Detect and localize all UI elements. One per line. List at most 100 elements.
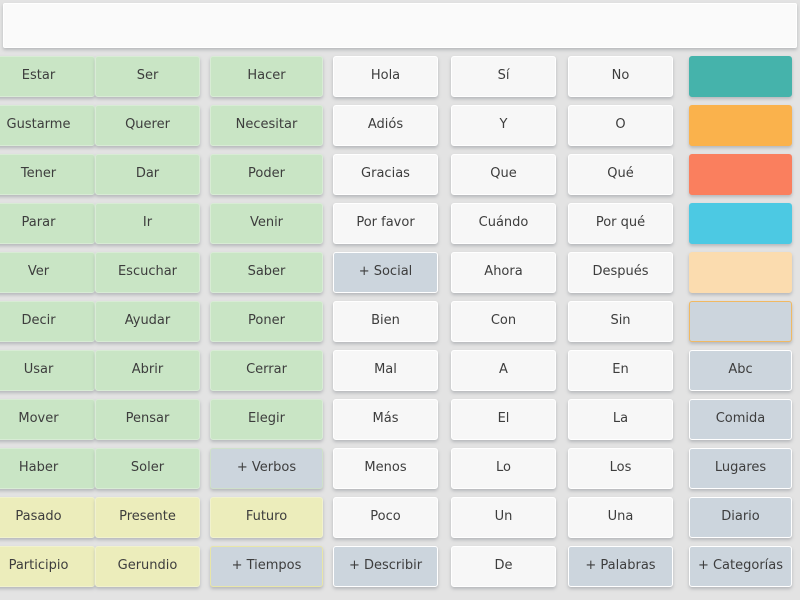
word-button-usar[interactable]: Usar	[0, 350, 95, 391]
nav-button-label: Lugares	[714, 460, 767, 476]
word-button-dar[interactable]: Dar	[95, 154, 200, 195]
word-button-label: Un	[494, 509, 513, 525]
word-button-futuro[interactable]: Futuro	[210, 497, 323, 538]
word-button-hola[interactable]: Hola	[333, 56, 438, 97]
word-button-label: A	[499, 362, 508, 378]
word-button-qué[interactable]: Qué	[568, 154, 673, 195]
word-button-un[interactable]: Un	[451, 497, 556, 538]
word-button-label: Una	[607, 509, 634, 525]
word-button-o[interactable]: O	[568, 105, 673, 146]
action-button-page-icon[interactable]	[689, 301, 792, 342]
nav-button-add-social[interactable]: + Social	[333, 252, 438, 293]
nav-button-add-describir[interactable]: + Describir	[333, 546, 438, 587]
word-button-cuándo[interactable]: Cuándo	[451, 203, 556, 244]
action-button-play-triangle-icon[interactable]	[689, 203, 792, 244]
word-button-label: Saber	[247, 264, 286, 280]
nav-button-label: + Social	[358, 264, 413, 280]
nav-button-add-palabras[interactable]: + Palabras	[568, 546, 673, 587]
word-button-poner[interactable]: Poner	[210, 301, 323, 342]
word-button-hacer[interactable]: Hacer	[210, 56, 323, 97]
word-button-más[interactable]: Más	[333, 399, 438, 440]
nav-button-add-categorías[interactable]: + Categorías	[689, 546, 792, 587]
word-button-decir[interactable]: Decir	[0, 301, 95, 342]
word-button-no[interactable]: No	[568, 56, 673, 97]
word-button-label: Gracias	[361, 166, 410, 182]
nav-button-abc[interactable]: Abc	[689, 350, 792, 391]
word-button-label: El	[497, 411, 510, 427]
action-button-clear-close-icon[interactable]	[689, 154, 792, 195]
word-button-ser[interactable]: Ser	[95, 56, 200, 97]
word-button-a[interactable]: A	[451, 350, 556, 391]
word-button-label: Poner	[248, 313, 285, 329]
word-button-label: Cuándo	[478, 215, 529, 231]
word-button-los[interactable]: Los	[568, 448, 673, 489]
word-button-la[interactable]: La	[568, 399, 673, 440]
word-button-con[interactable]: Con	[451, 301, 556, 342]
word-button-label: Sin	[610, 313, 631, 329]
word-button-en[interactable]: En	[568, 350, 673, 391]
word-button-gracias[interactable]: Gracias	[333, 154, 438, 195]
word-button-label: Menos	[364, 460, 407, 476]
word-button-label: Poder	[248, 166, 285, 182]
word-button-necesitar[interactable]: Necesitar	[210, 105, 323, 146]
word-button-label: Pasado	[15, 509, 62, 525]
message-bar[interactable]	[3, 3, 797, 48]
word-button-y[interactable]: Y	[451, 105, 556, 146]
word-button-pasado[interactable]: Pasado	[0, 497, 95, 538]
word-button-pensar[interactable]: Pensar	[95, 399, 200, 440]
word-button-label: Querer	[125, 117, 170, 133]
word-button-lo[interactable]: Lo	[451, 448, 556, 489]
word-button-adiós[interactable]: Adiós	[333, 105, 438, 146]
word-button-poco[interactable]: Poco	[333, 497, 438, 538]
word-button-bien[interactable]: Bien	[333, 301, 438, 342]
word-button-sí[interactable]: Sí	[451, 56, 556, 97]
word-button-de[interactable]: De	[451, 546, 556, 587]
word-button-abrir[interactable]: Abrir	[95, 350, 200, 391]
word-button-después[interactable]: Después	[568, 252, 673, 293]
word-button-parar[interactable]: Parar	[0, 203, 95, 244]
word-button-el[interactable]: El	[451, 399, 556, 440]
word-button-una[interactable]: Una	[568, 497, 673, 538]
word-button-ahora[interactable]: Ahora	[451, 252, 556, 293]
nav-button-label: + Tiempos	[231, 558, 302, 574]
aac-grid-app: Estar Gustarme Tener Parar Ver Decir Usar Mover…	[0, 0, 800, 600]
word-button-label: Haber	[18, 460, 59, 476]
word-button-presente[interactable]: Presente	[95, 497, 200, 538]
action-button-speak-play-circle-icon[interactable]	[689, 56, 792, 97]
action-button-add-page-icon[interactable]	[689, 252, 792, 293]
word-button-menos[interactable]: Menos	[333, 448, 438, 489]
nav-button-lugares[interactable]: Lugares	[689, 448, 792, 489]
word-button-gustarme[interactable]: Gustarme	[0, 105, 95, 146]
word-button-mal[interactable]: Mal	[333, 350, 438, 391]
word-button-mover[interactable]: Mover	[0, 399, 95, 440]
word-button-escuchar[interactable]: Escuchar	[95, 252, 200, 293]
word-button-haber[interactable]: Haber	[0, 448, 95, 489]
word-button-label: Hacer	[247, 68, 286, 84]
word-button-label: Bien	[371, 313, 400, 329]
word-button-tener[interactable]: Tener	[0, 154, 95, 195]
nav-button-diario[interactable]: Diario	[689, 497, 792, 538]
nav-button-comida[interactable]: Comida	[689, 399, 792, 440]
word-button-label: Venir	[249, 215, 284, 231]
word-button-venir[interactable]: Venir	[210, 203, 323, 244]
word-button-estar[interactable]: Estar	[0, 56, 95, 97]
word-button-soler[interactable]: Soler	[95, 448, 200, 489]
nav-button-add-verbos[interactable]: + Verbos	[210, 448, 323, 489]
nav-button-add-tiempos[interactable]: + Tiempos	[210, 546, 323, 587]
word-button-elegir[interactable]: Elegir	[210, 399, 323, 440]
word-button-querer[interactable]: Querer	[95, 105, 200, 146]
action-button-backspace-icon[interactable]	[689, 105, 792, 146]
word-button-ver[interactable]: Ver	[0, 252, 95, 293]
word-button-saber[interactable]: Saber	[210, 252, 323, 293]
word-button-sin[interactable]: Sin	[568, 301, 673, 342]
word-button-por-favor[interactable]: Por favor	[333, 203, 438, 244]
word-button-cerrar[interactable]: Cerrar	[210, 350, 323, 391]
word-button-gerundio[interactable]: Gerundio	[95, 546, 200, 587]
word-button-participio[interactable]: Participio	[0, 546, 95, 587]
word-button-que[interactable]: Que	[451, 154, 556, 195]
word-button-por-qué[interactable]: Por qué	[568, 203, 673, 244]
nav-button-label: Abc	[728, 362, 753, 378]
word-button-ir[interactable]: Ir	[95, 203, 200, 244]
word-button-ayudar[interactable]: Ayudar	[95, 301, 200, 342]
word-button-poder[interactable]: Poder	[210, 154, 323, 195]
